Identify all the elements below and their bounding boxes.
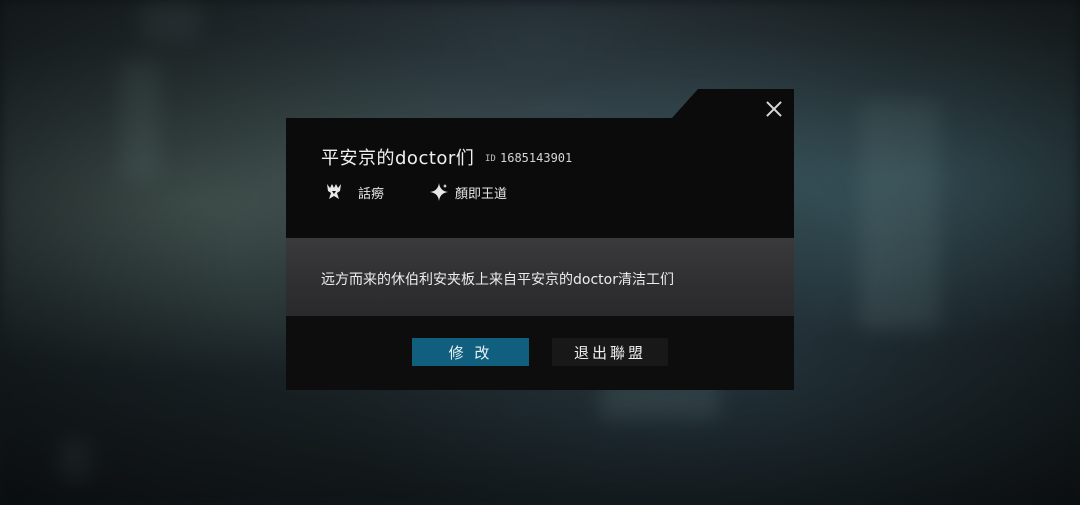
alliance-info-dialog: 平安京的doctor们 ID 1685143901 話癆 顏即王道 远方而来的休…: [286, 89, 794, 390]
clan-crest-icon: [327, 184, 341, 199]
close-icon[interactable]: [762, 97, 786, 121]
alliance-tag-label: 話癆: [358, 186, 385, 202]
id-label: ID: [485, 154, 496, 164]
quit-alliance-button[interactable]: 退出聯盟: [552, 338, 668, 366]
alliance-description: 远方而来的休伯利安夹板上来自平安京的doctor清洁工们: [321, 272, 674, 288]
sparkle-star-icon: [430, 183, 448, 201]
dialog-actions-panel: [286, 316, 794, 390]
alliance-name: 平安京的doctor们: [321, 148, 475, 169]
alliance-tag-2: 顏即王道: [429, 182, 507, 202]
alliance-tag-1: 話癆: [324, 182, 384, 202]
alliance-id: 1685143901: [500, 151, 573, 165]
edit-button[interactable]: 修 改: [412, 338, 529, 366]
alliance-tag-label: 顏即王道: [455, 186, 508, 202]
